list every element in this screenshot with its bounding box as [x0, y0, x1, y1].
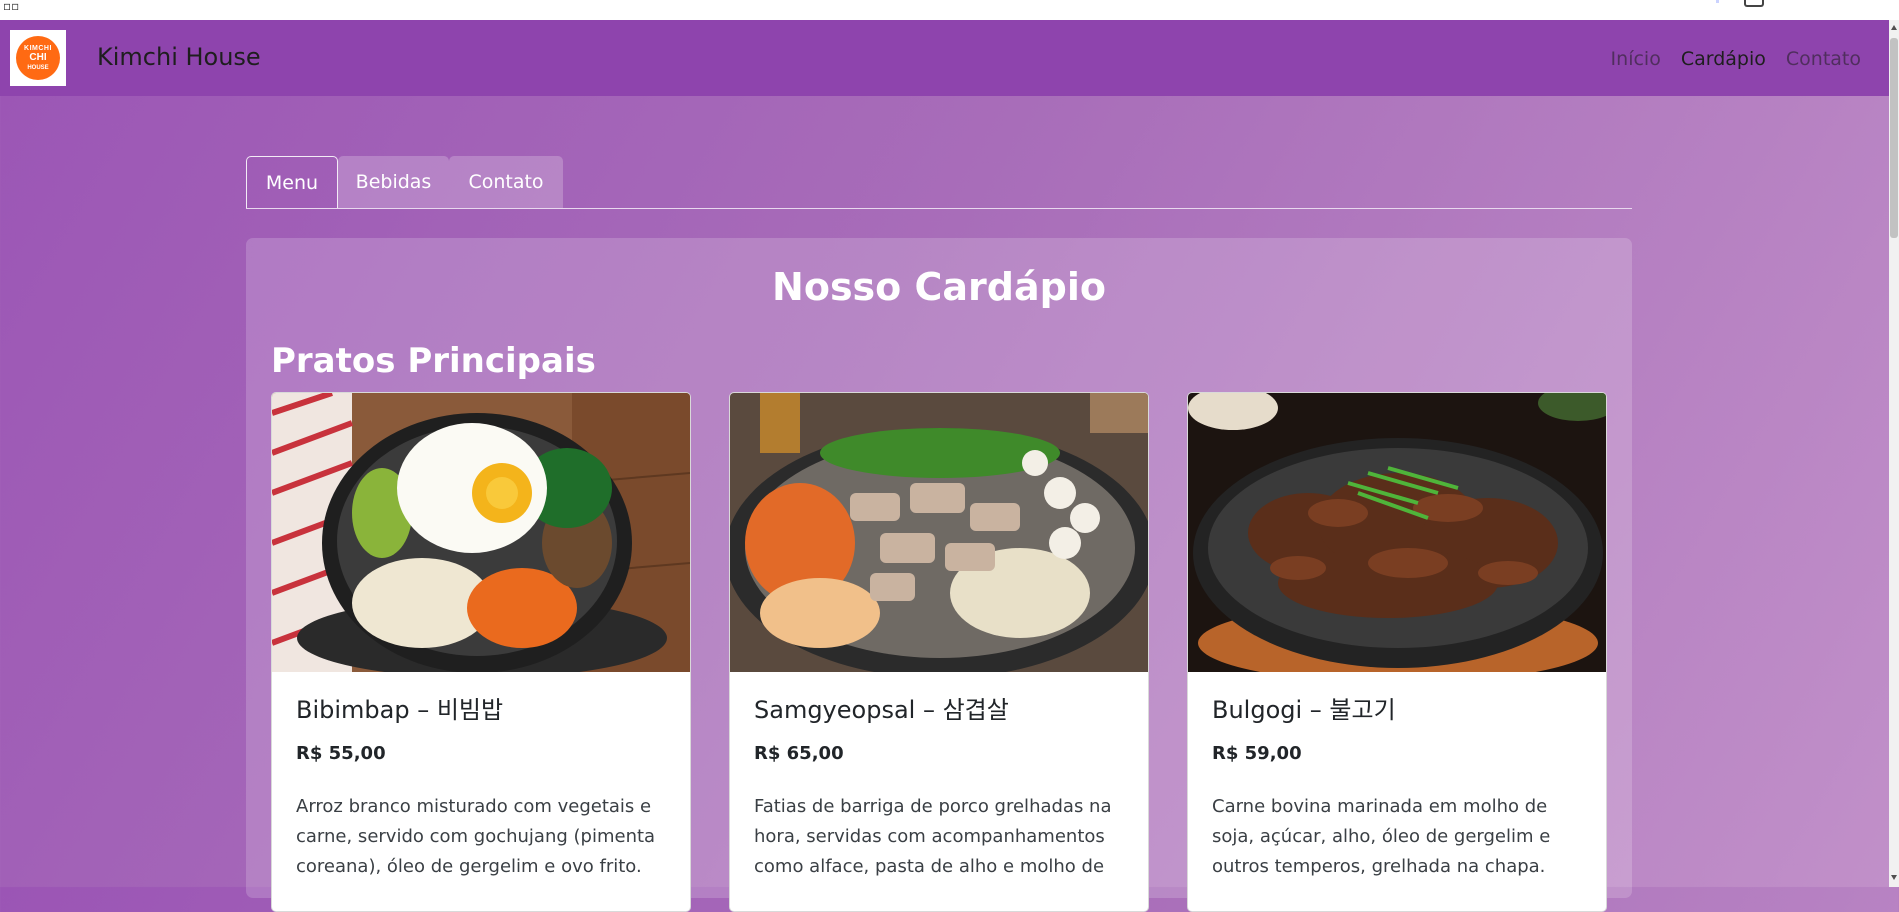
window-control-icon[interactable]: [1744, 0, 1764, 7]
scrollbar-thumb[interactable]: [1890, 38, 1898, 238]
tab-bebidas[interactable]: Bebidas: [338, 156, 449, 208]
menu-title: Nosso Cardápio: [772, 265, 1106, 309]
apps-grid-icon[interactable]: ▫▫: [3, 0, 19, 12]
bulgogi-photo: [1188, 393, 1606, 672]
dish-name: Samgyeopsal – 삼겹살: [754, 696, 1009, 724]
page-scrollbar[interactable]: [1889, 20, 1899, 887]
dish-card-samgyeopsal: Samgyeopsal – 삼겹살 R$ 65,00 Fatias de bar…: [729, 392, 1149, 912]
logo-line-3: HOUSE: [27, 65, 49, 71]
logo-badge: KIMCHI CHI HOUSE: [16, 36, 60, 80]
samgyeopsal-photo: [730, 393, 1148, 672]
navbar-brand[interactable]: Kimchi House: [97, 43, 261, 71]
menu-tabs: Menu Bebidas Contato: [246, 156, 1632, 209]
kimchi-house-logo[interactable]: KIMCHI CHI HOUSE: [10, 30, 66, 86]
dish-name: Bibimbap – 비빔밥: [296, 696, 504, 724]
dish-price: R$ 65,00: [754, 743, 844, 764]
dish-price: R$ 59,00: [1212, 743, 1302, 764]
nav-link-inicio[interactable]: Início: [1611, 47, 1661, 71]
tab-contato[interactable]: Contato: [449, 156, 563, 208]
scroll-up-icon[interactable]: [1891, 25, 1897, 30]
nav-link-contato[interactable]: Contato: [1786, 47, 1861, 71]
logo-line-2: CHI: [29, 52, 47, 63]
dish-card-bibimbap: Bibimbap – 비빔밥 R$ 55,00 Arroz branco mis…: [271, 392, 691, 912]
section-title: Pratos Principais: [271, 341, 596, 381]
browser-top-strip: ▫▫: [0, 0, 1899, 20]
bibimbap-photo: [272, 393, 690, 672]
dish-card-bulgogi: Bulgogi – 불고기 R$ 59,00 Carne bovina mari…: [1187, 392, 1607, 912]
dish-description: Arroz branco misturado com vegetais e ca…: [296, 796, 656, 877]
navbar: KIMCHI CHI HOUSE Kimchi House Início Car…: [0, 20, 1889, 96]
dish-price: R$ 55,00: [296, 743, 386, 764]
scroll-down-icon[interactable]: [1891, 875, 1897, 880]
window-indicator-icon: [1716, 0, 1719, 3]
dish-description: Fatias de barriga de porco grelhadas na …: [754, 796, 1112, 877]
dish-description: Carne bovina marinada em molho de soja, …: [1212, 796, 1551, 877]
tab-menu[interactable]: Menu: [246, 156, 338, 208]
dish-name: Bulgogi – 불고기: [1212, 696, 1396, 724]
nav-link-cardapio[interactable]: Cardápio: [1681, 47, 1766, 71]
menu-panel: Nosso Cardápio Pratos Principais Bibimba…: [246, 238, 1632, 912]
navbar-links: Início Cardápio Contato: [1611, 47, 1861, 71]
